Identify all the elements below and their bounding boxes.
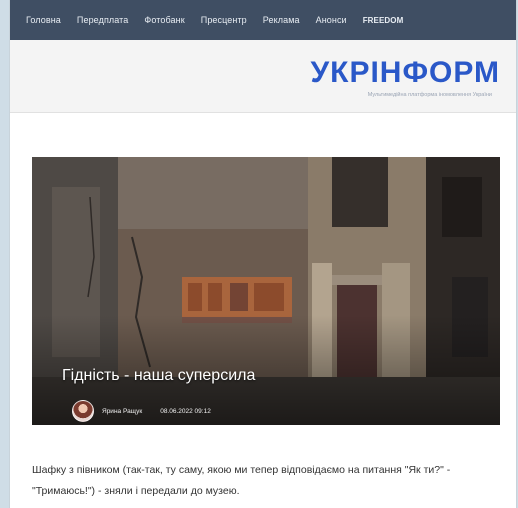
nav-press-center[interactable]: Пресцентр — [201, 15, 247, 25]
nav-announcements[interactable]: Анонси — [316, 15, 347, 25]
article-byline: Ярина Ращук 08.06.2022 09:12 — [72, 400, 211, 422]
author-name[interactable]: Ярина Ращук — [102, 408, 142, 415]
nav-home[interactable]: Головна — [26, 15, 61, 25]
article-hero-image[interactable]: Гідність - наша суперсила Ярина Ращук 08… — [32, 157, 500, 425]
author-avatar — [72, 400, 94, 422]
top-navigation: Головна Передплата Фотобанк Пресцентр Ре… — [10, 0, 516, 40]
article-summary: Шафку з півником (так-так, ту саму, якою… — [32, 464, 451, 497]
browser-page: Головна Передплата Фотобанк Пресцентр Ре… — [10, 0, 516, 508]
site-logo[interactable]: УКРІНФОРМ — [310, 58, 500, 88]
nav-photobank[interactable]: Фотобанк — [144, 15, 184, 25]
publish-date: 08.06.2022 09:12 — [160, 407, 211, 415]
article-title[interactable]: Гідність - наша суперсила — [62, 367, 255, 385]
nav-subscription[interactable]: Передплата — [77, 15, 129, 25]
nav-freedom[interactable]: FREEDOM — [363, 16, 404, 25]
site-tagline: Мультимедійна платформа іномовлення Укра… — [367, 92, 492, 98]
nav-advertising[interactable]: Реклама — [263, 15, 300, 25]
masthead: УКРІНФОРМ Мультимедійна платформа іномов… — [10, 40, 516, 113]
